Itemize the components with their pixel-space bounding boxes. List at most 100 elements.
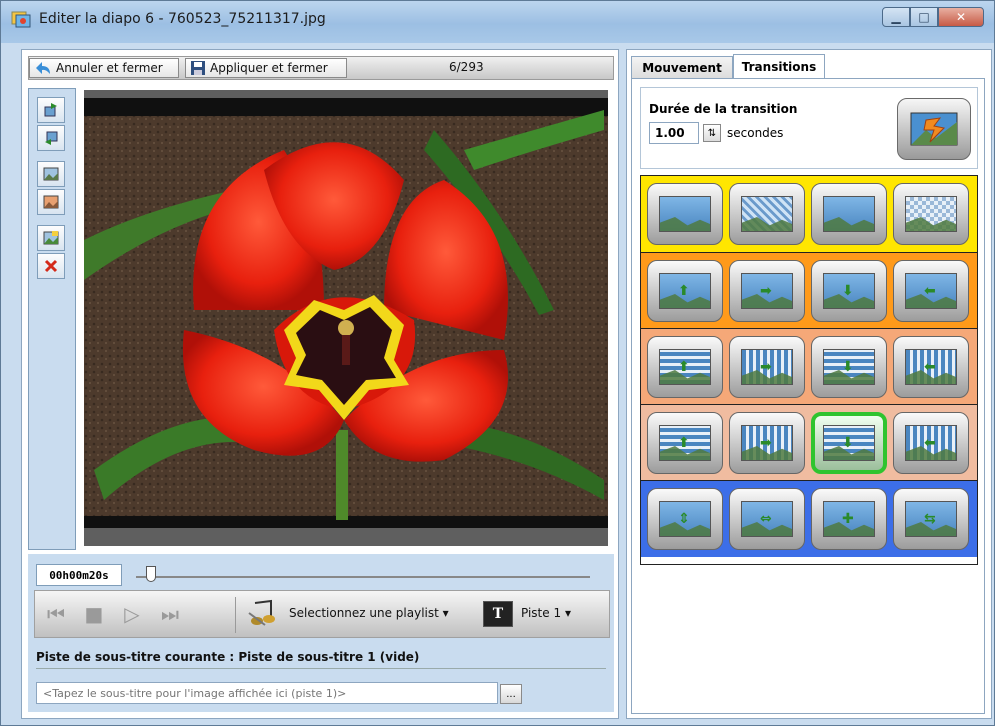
wipe-up-icon: ⬆ (659, 425, 711, 461)
image-effects-button[interactable] (37, 189, 65, 215)
skip-forward-button[interactable]: ⏭ (155, 601, 185, 627)
transition-arrow: ⬆ (678, 283, 690, 299)
transition-tile[interactable]: ⬇ (811, 260, 887, 322)
transition-tile[interactable]: ⬅ (893, 260, 969, 322)
timeline-slider-track[interactable] (136, 576, 590, 578)
stripes-up-icon: ⬆ (659, 349, 711, 385)
minimize-button[interactable]: ▁ (882, 7, 910, 27)
play-button[interactable]: ▷ (117, 601, 147, 627)
transition-tile[interactable]: ⬇ (811, 336, 887, 398)
dissolve-icon (741, 196, 793, 232)
rotate-right-button[interactable] (37, 97, 65, 123)
cancel-close-label: Annuler et fermer (56, 61, 163, 75)
maximize-button[interactable]: □ (910, 7, 938, 27)
transition-tile[interactable]: ⬅ (893, 412, 969, 474)
duration-stepper[interactable]: ⇅ (703, 124, 721, 142)
transition-arrow: ⇆ (924, 511, 936, 527)
transition-arrow: ⬅ (924, 283, 936, 299)
playlist-button[interactable] (247, 599, 279, 632)
window-controls: ▁ □ ✕ (882, 7, 984, 27)
skip-forward-icon: ⏭ (161, 602, 179, 626)
landscape-hill (824, 217, 874, 231)
browse-subtitle-button[interactable]: ... (500, 684, 522, 704)
transition-tile[interactable]: ⇕ (647, 488, 723, 550)
time-display: 00h00m20s (36, 564, 122, 586)
landscape-hill (742, 217, 792, 231)
transition-arrow: ⬅ (924, 359, 936, 375)
fade-icon (659, 196, 711, 232)
track-button[interactable]: T (483, 601, 513, 627)
skip-back-button[interactable]: ⏮ (41, 601, 71, 627)
stop-icon: ■ (84, 602, 104, 626)
apply-close-label: Appliquer et fermer (210, 61, 328, 75)
spin-arrows-icon: ⇅ (707, 127, 717, 139)
subtitle-input[interactable] (36, 682, 498, 704)
close-button[interactable]: ✕ (938, 7, 984, 27)
landscape-hill (660, 217, 710, 231)
transition-tile[interactable]: ➡ (729, 336, 805, 398)
duration-input[interactable]: 1.00 (649, 122, 699, 144)
transition-tile[interactable] (647, 183, 723, 245)
transition-arrow: ⬇ (842, 283, 854, 299)
rotate-left-button[interactable] (37, 125, 65, 151)
title-bar[interactable]: Editer la diapo 6 - 760523_75211317.jpg … (1, 1, 994, 43)
image-options-button[interactable] (37, 161, 65, 187)
transition-arrow: ⬆ (678, 435, 690, 451)
stop-button[interactable]: ■ (79, 601, 109, 627)
timeline-slider-thumb[interactable] (146, 566, 156, 582)
transition-tile[interactable]: ⬅ (893, 336, 969, 398)
text-track-icon: T (492, 606, 504, 622)
slide-left-icon: ⬅ (905, 273, 957, 309)
transition-arrow: ✚ (842, 511, 854, 527)
duration-unit: secondes (727, 126, 784, 140)
divider (36, 668, 606, 669)
split-vertical-icon: ⇕ (659, 501, 711, 537)
close-icon: ✕ (955, 10, 967, 24)
transition-tile[interactable]: ➡ (729, 260, 805, 322)
transition-arrow: ➡ (760, 435, 772, 451)
transition-tile[interactable]: ⇔ (729, 488, 805, 550)
duration-box: Durée de la transition 1.00 ⇅ secondes (640, 87, 978, 169)
maximize-icon: □ (918, 10, 930, 24)
transition-tile[interactable]: ⬇ (811, 412, 887, 474)
track-label: Piste 1 (521, 606, 562, 620)
replace-image-icon (43, 231, 59, 245)
transition-tile[interactable] (729, 183, 805, 245)
minimize-icon: ▁ (891, 10, 901, 24)
rotate-left-icon (45, 131, 58, 145)
random-transition-button[interactable] (897, 98, 971, 160)
transition-tile[interactable]: ⬆ (647, 336, 723, 398)
replace-image-button[interactable] (37, 225, 65, 251)
track-dropdown[interactable]: Piste 1 ▾ (521, 606, 571, 620)
transition-tile[interactable] (811, 183, 887, 245)
bars-left-icon: ⬅ (905, 349, 957, 385)
wipe-left-icon: ⬅ (905, 425, 957, 461)
image-tools-sidebar (28, 88, 76, 550)
split-horizontal-icon: ⇔ (741, 501, 793, 537)
tab-movement[interactable]: Mouvement (631, 56, 733, 78)
effects-pane: Mouvement Transitions Durée de la transi… (626, 49, 992, 719)
apply-close-button[interactable]: Appliquer et fermer (185, 58, 347, 78)
slide-down-icon: ⬇ (823, 273, 875, 309)
transition-tile[interactable]: ⇆ (893, 488, 969, 550)
transition-tile[interactable] (893, 183, 969, 245)
chevron-down-icon: ▾ (442, 606, 449, 620)
blur-icon (823, 196, 875, 232)
transition-tile[interactable]: ⬆ (647, 412, 723, 474)
tab-transitions[interactable]: Transitions (733, 54, 825, 78)
play-icon: ▷ (124, 602, 140, 626)
cross-in-icon: ✚ (823, 501, 875, 537)
delete-image-button[interactable] (37, 253, 65, 279)
transition-tile[interactable]: ➡ (729, 412, 805, 474)
slide-preview[interactable] (84, 90, 608, 546)
transitions-panel: Durée de la transition 1.00 ⇅ secondes ⬆… (631, 78, 985, 714)
delete-icon (44, 259, 58, 273)
transition-tile[interactable]: ⬆ (647, 260, 723, 322)
playlist-label: Selectionnez une playlist (289, 606, 439, 620)
cancel-close-button[interactable]: Annuler et fermer (29, 58, 179, 78)
playlist-dropdown[interactable]: Selectionnez une playlist ▾ (289, 606, 449, 620)
slide-editor-pane: Annuler et fermer Appliquer et fermer 6/… (21, 49, 619, 719)
transition-arrow: ⬆ (678, 359, 690, 375)
transition-tile[interactable]: ✚ (811, 488, 887, 550)
transition-group: ⬆ ➡ ⬇ ⬅ (641, 328, 977, 405)
